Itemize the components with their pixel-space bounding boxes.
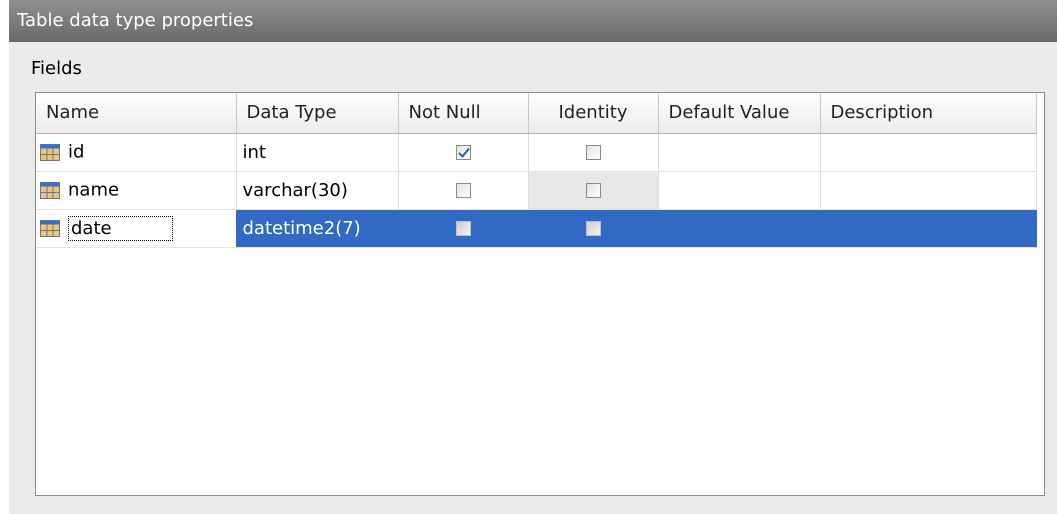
column-header-not-null[interactable]: Not Null [398,93,529,134]
field-data-type[interactable]: int [236,133,399,172]
field-row-id[interactable]: id int [36,133,1037,172]
field-row-date[interactable]: date datetime2(7) [36,209,1037,248]
field-description[interactable] [820,209,1037,248]
not-null-checkbox[interactable] [455,221,471,236]
identity-cell[interactable] [528,209,659,248]
not-null-cell[interactable] [398,209,529,248]
not-null-checkbox[interactable] [455,183,471,198]
table-field-icon [40,143,60,161]
fields-label: Fields [31,58,82,79]
column-header-data-type[interactable]: Data Type [236,93,399,134]
not-null-cell[interactable] [398,133,529,172]
grid-header-row: Name Data Type Not Null Identity Default… [36,93,1037,134]
field-name-cell[interactable]: date [36,209,237,248]
field-name: date [68,215,173,241]
table-field-icon [40,181,60,199]
field-name-cell[interactable]: id [36,133,237,172]
identity-cell[interactable] [528,133,659,172]
table-field-icon [40,219,60,237]
identity-checkbox[interactable] [585,145,601,160]
identity-checkbox[interactable] [585,183,601,198]
field-default-value[interactable] [658,133,821,172]
column-header-identity[interactable]: Identity [528,93,659,134]
column-header-description[interactable]: Description [820,93,1037,134]
field-name: name [68,179,120,201]
field-row-name[interactable]: name varchar(30) [36,171,1037,210]
not-null-cell[interactable] [398,171,529,210]
field-description[interactable] [820,171,1037,210]
field-data-type[interactable]: varchar(30) [236,171,399,210]
column-header-name[interactable]: Name [36,93,237,134]
window-title: Table data type properties [17,10,254,31]
column-header-default-value[interactable]: Default Value [658,93,821,134]
properties-panel: Fields Name Data Type Not Null Identity … [9,42,1057,514]
field-default-value[interactable] [658,209,821,248]
identity-cell[interactable] [528,171,659,210]
fields-grid[interactable]: Name Data Type Not Null Identity Default… [35,92,1045,496]
field-name-cell[interactable]: name [36,171,237,210]
window-title-bar: Table data type properties [9,0,1057,42]
field-description[interactable] [820,133,1037,172]
field-default-value[interactable] [658,171,821,210]
not-null-checkbox[interactable] [455,145,471,160]
identity-checkbox[interactable] [585,221,601,236]
field-data-type[interactable]: datetime2(7) [236,209,399,248]
field-name: id [68,141,85,163]
